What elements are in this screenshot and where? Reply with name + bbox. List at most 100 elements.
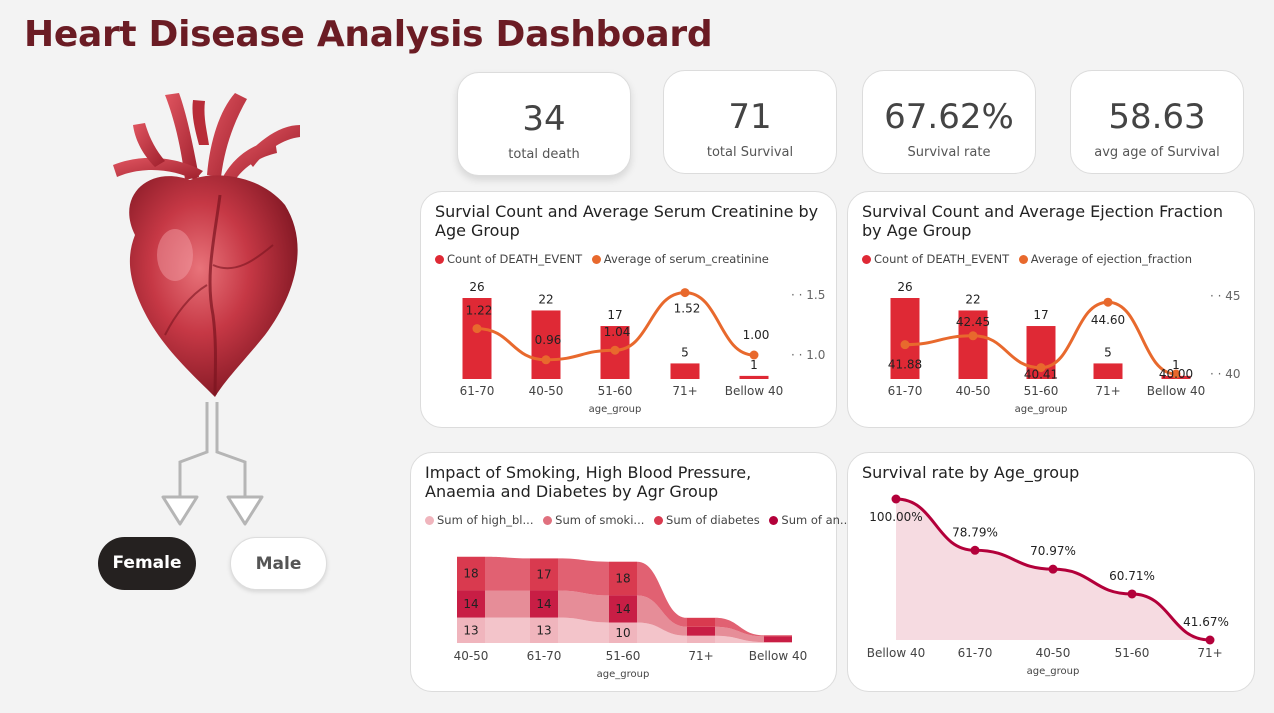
combo-chart-creatinine[interactable]: · · 1.5 · · 1.0 26 61-70 22 40-50 17 51-60 5 71+ 1… [421, 192, 838, 429]
line-label: 1.22 [466, 304, 493, 318]
point-label: 100.00% [869, 510, 922, 524]
kpi-label: total death [508, 147, 580, 162]
line-point [749, 350, 759, 360]
kpi-label: Survival rate [907, 145, 991, 160]
ribbon-column-segment [764, 642, 792, 643]
y2-tick-label: · · 40 [1210, 367, 1241, 381]
heart-illustration [113, 93, 300, 397]
segment-label: 13 [536, 623, 551, 637]
male-filter-button[interactable]: Male [230, 537, 327, 590]
chart-card-risk-factors: Impact of Smoking, High Blood Pressure, … [410, 452, 851, 693]
ribbon-column-segment [687, 617, 715, 627]
line-point [1048, 564, 1058, 574]
x-tick-label: 61-70 [958, 646, 993, 660]
point-label: 78.79% [952, 525, 998, 539]
ribbon [558, 590, 609, 623]
line-point [900, 340, 910, 350]
bar-label: 22 [538, 292, 553, 306]
line-point [1205, 635, 1215, 645]
x-tick-label: 71+ [1197, 646, 1222, 660]
line-label: 40.41 [1024, 368, 1058, 382]
area-chart-survival-rate[interactable]: 100.00% Bellow 40 78.79% 61-70 70.97% 40-50 60… [848, 453, 1256, 693]
y2-tick-label: · · 1.0 [791, 348, 825, 362]
line-label: 1.04 [604, 325, 631, 339]
x-tick-label: 40-50 [529, 384, 564, 398]
bar [739, 375, 769, 379]
x-axis-title: age_group [589, 404, 642, 415]
kpi-label: total Survival [706, 145, 794, 160]
x-tick-label: 61-70 [460, 384, 495, 398]
y2-tick-label: · · 45 [1210, 289, 1241, 303]
kpi-value: 34 [522, 99, 566, 139]
line-label: 1.52 [674, 302, 701, 316]
x-tick-label: 51-60 [1024, 384, 1059, 398]
x-tick-label: Bellow 40 [725, 384, 784, 398]
bar-label: 1 [750, 358, 758, 372]
segment-label: 17 [536, 567, 551, 581]
bar-label: 17 [607, 308, 622, 322]
x-tick-label: 40-50 [454, 649, 489, 663]
bar-label: 26 [469, 280, 484, 294]
x-tick-label: Bellow 40 [1147, 384, 1206, 398]
bar-label: 17 [1033, 308, 1048, 322]
chart-card-creatinine: Survial Count and Average Serum Creatini… [420, 191, 837, 428]
x-tick-label: 40-50 [956, 384, 991, 398]
x-tick-label: 51-60 [606, 649, 641, 663]
ribbon-column-segment [764, 636, 792, 642]
kpi-avg-age-survival: 58.63 avg age of Survival [1070, 70, 1244, 174]
x-tick-label: 61-70 [527, 649, 562, 663]
bar [670, 363, 700, 379]
page-title: Heart Disease Analysis Dashboard [24, 14, 713, 55]
segment-label: 18 [463, 567, 478, 581]
x-tick-label: 51-60 [598, 384, 633, 398]
chart-card-survival-rate: Survival rate by Age_group 100.00% Bellow… [847, 452, 1255, 692]
line-label: 40.00 [1159, 367, 1193, 381]
kpi-label: avg age of Survival [1094, 145, 1220, 160]
line-point [1103, 297, 1113, 307]
combo-chart-ejection[interactable]: · · 45· · 402661-702240-501751-60571+1Be… [848, 192, 1256, 429]
split-arrows-icon [161, 402, 264, 526]
x-tick-label: 40-50 [1036, 646, 1071, 660]
line-point [1127, 589, 1137, 599]
segment-label: 13 [463, 623, 478, 637]
line-label: 42.45 [956, 315, 990, 329]
line-point [968, 331, 978, 341]
ribbon [485, 590, 530, 618]
bar-label: 5 [1104, 345, 1112, 359]
line-point [970, 545, 980, 555]
point-label: 41.67% [1183, 615, 1229, 629]
line-label: 0.96 [535, 333, 562, 347]
y2-tick-label: · · 1.5 [791, 288, 825, 302]
x-tick-label: Bellow 40 [867, 646, 926, 660]
chart-card-ejection: Survival Count and Average Ejection Frac… [847, 191, 1255, 428]
kpi-value: 58.63 [1108, 97, 1206, 137]
segment-label: 10 [615, 626, 630, 640]
bar [1093, 363, 1123, 379]
segment-label: 14 [536, 597, 551, 611]
line-point [610, 345, 620, 355]
line-point [541, 355, 551, 365]
ribbon-chart-risk-factors[interactable]: 40-50 61-70 51-60 71+ Bellow 40 18 14 13 17 14 13 1… [411, 453, 838, 693]
female-filter-button[interactable]: Female [98, 537, 196, 590]
ribbon-column-segment [687, 626, 715, 636]
point-label: 60.71% [1109, 569, 1155, 583]
line-point [472, 324, 482, 334]
bar-label: 22 [965, 292, 980, 306]
x-axis-title: age_group [1027, 666, 1080, 677]
kpi-total-death: 34 total death [457, 72, 631, 176]
line-point [891, 494, 901, 504]
kpi-value: 71 [728, 97, 772, 137]
bar-label: 26 [897, 280, 912, 294]
x-axis-title: age_group [1015, 404, 1068, 415]
line-label: 44.60 [1091, 313, 1125, 327]
x-tick-label: Bellow 40 [749, 649, 808, 663]
x-tick-label: 71+ [1095, 384, 1120, 398]
bar-label: 5 [681, 345, 689, 359]
ribbon [485, 556, 530, 591]
x-tick-label: 71+ [672, 384, 697, 398]
x-tick-label: 71+ [688, 649, 713, 663]
line-label: 41.88 [888, 358, 922, 372]
ribbon-column-segment [687, 635, 715, 643]
x-axis-title: age_group [597, 669, 650, 680]
kpi-survival-rate: 67.62% Survival rate [862, 70, 1036, 174]
